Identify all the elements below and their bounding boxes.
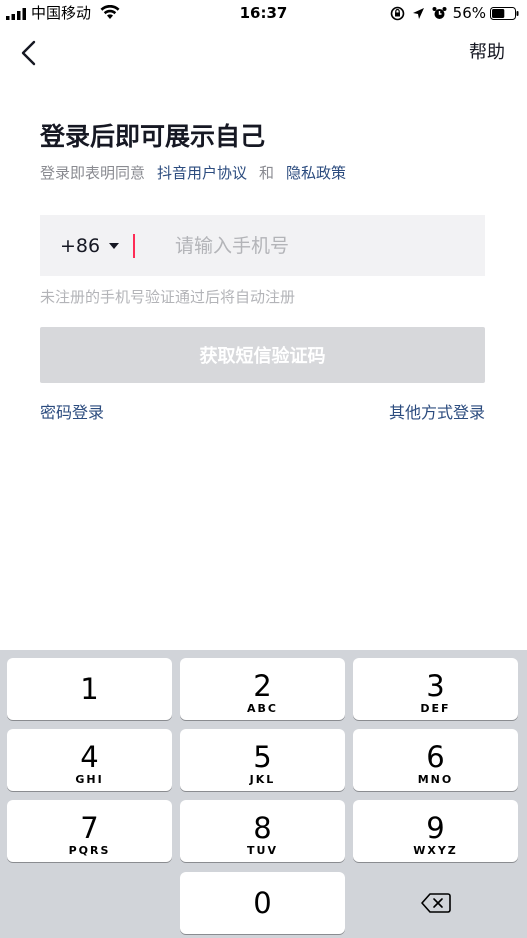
privacy-policy-link[interactable]: 隐私政策 bbox=[286, 164, 346, 182]
key-0[interactable]: 0 bbox=[180, 872, 345, 934]
delete-key[interactable] bbox=[353, 872, 518, 934]
key-7[interactable]: 7 PQRS bbox=[7, 800, 172, 862]
password-login-link[interactable]: 密码登录 bbox=[40, 402, 104, 424]
get-sms-code-button[interactable]: 获取短信验证码 bbox=[40, 327, 485, 383]
status-bar: 中国移动 16:37 56% bbox=[0, 0, 527, 28]
key-digit: 5 bbox=[253, 740, 272, 774]
nav-bar: 帮助 bbox=[0, 28, 527, 80]
help-button[interactable]: 帮助 bbox=[469, 42, 505, 64]
key-4[interactable]: 4 GHI bbox=[7, 729, 172, 791]
key-2[interactable]: 2 ABC bbox=[180, 658, 345, 720]
key-letters: JKL bbox=[249, 773, 276, 786]
text-cursor bbox=[133, 234, 135, 258]
key-5[interactable]: 5 JKL bbox=[180, 729, 345, 791]
alarm-icon bbox=[432, 6, 447, 19]
key-letters: ABC bbox=[247, 702, 278, 715]
country-code-value: +86 bbox=[60, 235, 101, 257]
key-8[interactable]: 8 TUV bbox=[180, 800, 345, 862]
key-digit: 7 bbox=[80, 811, 99, 845]
key-digit: 9 bbox=[426, 811, 445, 845]
key-digit: 4 bbox=[80, 740, 99, 774]
key-letters: DEF bbox=[420, 702, 451, 715]
agreement-prefix: 登录即表明同意 bbox=[40, 164, 146, 182]
key-digit: 6 bbox=[426, 740, 445, 774]
key-letters: TUV bbox=[247, 844, 278, 857]
key-digit: 0 bbox=[253, 886, 272, 920]
user-agreement-link[interactable]: 抖音用户协议 bbox=[157, 164, 247, 182]
agreement-and: 和 bbox=[259, 164, 275, 182]
key-6[interactable]: 6 MNO bbox=[353, 729, 518, 791]
key-letters: MNO bbox=[417, 773, 454, 786]
key-9[interactable]: 9 WXYZ bbox=[353, 800, 518, 862]
phone-input-row: +86 bbox=[40, 215, 505, 276]
backspace-icon bbox=[420, 893, 451, 913]
key-1[interactable]: 1 bbox=[7, 658, 172, 720]
auto-register-hint: 未注册的手机号验证通过后将自动注册 bbox=[40, 288, 296, 306]
key-digit: 2 bbox=[253, 669, 272, 703]
caret-down-icon bbox=[109, 243, 120, 249]
battery-icon bbox=[490, 6, 519, 20]
key-digit: 8 bbox=[253, 811, 272, 845]
status-indicators: 56% bbox=[390, 4, 519, 22]
other-login-methods-link[interactable]: 其他方式登录 bbox=[389, 402, 485, 424]
phone-number-input[interactable] bbox=[135, 227, 505, 265]
key-digit: 3 bbox=[426, 669, 445, 703]
key-letters: PQRS bbox=[68, 844, 111, 857]
country-code-selector[interactable]: +86 bbox=[60, 234, 120, 258]
agreement-text: 登录即表明同意 抖音用户协议和隐私政策 bbox=[40, 162, 346, 184]
battery-percent: 56% bbox=[452, 4, 486, 22]
key-3[interactable]: 3 DEF bbox=[353, 658, 518, 720]
orientation-lock-icon bbox=[390, 6, 404, 20]
numeric-keypad: 1 2 ABC 3 DEF 4 GHI 5 JKL 6 MNO 7 PQRS 8… bbox=[0, 650, 527, 938]
key-letters: GHI bbox=[75, 773, 104, 786]
key-digit: 1 bbox=[80, 672, 99, 706]
back-arrow-icon[interactable] bbox=[14, 38, 44, 68]
page-title: 登录后即可展示自己 bbox=[40, 122, 266, 151]
key-letters: WXYZ bbox=[413, 844, 458, 857]
location-icon bbox=[412, 7, 424, 19]
